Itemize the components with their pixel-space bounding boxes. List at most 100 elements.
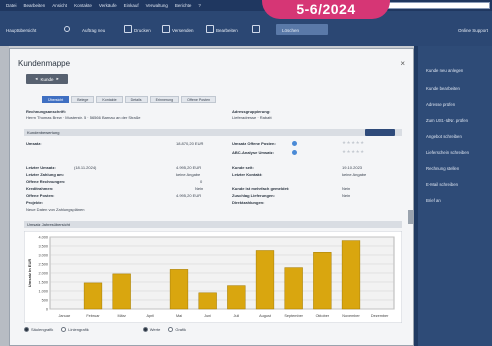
action-item[interactable]: E-Mail schreiben xyxy=(426,182,458,187)
toolbar-home[interactable]: Hauptübersicht xyxy=(6,28,36,33)
field-value: 4.995,20 EUR xyxy=(176,193,202,198)
field-value: Nein xyxy=(342,193,351,198)
y-tick-label: 500 xyxy=(42,298,48,302)
info-icon[interactable] xyxy=(292,150,297,155)
chart-options: Säulengrafik Liniengrafik Werte Grafik xyxy=(24,327,186,332)
online-support-link[interactable]: Online Support xyxy=(458,28,488,33)
x-tick-label: Mai xyxy=(176,314,182,318)
tab-open-items[interactable]: Offene Posten xyxy=(181,96,217,103)
field-label: Direktzahlungen: xyxy=(232,200,265,205)
field-label: Projekte: xyxy=(26,200,44,205)
field-value: keine Angabe xyxy=(176,172,201,177)
y-tick-label: 3.500 xyxy=(38,244,48,248)
menu-item[interactable]: Einkauf xyxy=(124,3,139,8)
field-label: Letzter Umsatz: xyxy=(26,165,56,170)
bar xyxy=(341,240,361,310)
chevron-right-icon[interactable]: ▸ xyxy=(57,76,59,82)
tab-contacts[interactable]: Kontakte xyxy=(96,96,123,103)
action-item[interactable]: Lieferschein schreiben xyxy=(426,150,469,155)
y-tick-label: 2.000 xyxy=(38,271,48,275)
y-tick-label: 3.000 xyxy=(38,253,48,257)
field-date: (18.11.2024) xyxy=(74,165,97,170)
y-tick-label: 2.500 xyxy=(38,262,48,266)
tab-documents[interactable]: Belege xyxy=(71,96,95,103)
dialog-title: Kundenmappe xyxy=(18,59,71,68)
x-tick-label: Februar xyxy=(86,314,100,318)
send-icon[interactable] xyxy=(162,25,170,33)
tab-overview[interactable]: Übersicht xyxy=(42,96,70,103)
toolbar-delete[interactable]: Löschen xyxy=(282,28,299,33)
field-value: 19.10.2023 xyxy=(342,165,363,170)
customer-nav-button[interactable]: ◂ Kunde ▸ xyxy=(26,74,68,84)
customer-dialog: Kundenmappe × ◂ Kunde ▸ Übersicht Belege… xyxy=(9,48,414,346)
x-tick-label: August xyxy=(259,314,272,318)
toolbar-print[interactable]: Drucken xyxy=(134,28,151,33)
bar xyxy=(83,282,103,310)
menu-item[interactable]: Berichte xyxy=(175,3,192,8)
radio-line-chart[interactable]: Liniengrafik xyxy=(61,327,89,332)
field-value: 18.870,20 EUR xyxy=(176,141,204,146)
field-value: Nein xyxy=(195,186,204,191)
rating-dropdown[interactable] xyxy=(365,129,395,136)
left-strip xyxy=(0,46,9,346)
menu-item[interactable]: Kontakte xyxy=(74,3,92,8)
x-tick-label: März xyxy=(117,314,126,318)
field-label: Offene Posten: xyxy=(26,193,55,198)
delivery-value: Lieferadresse · Rabatt xyxy=(232,115,272,120)
toolbar: Hauptübersicht Auftrag neu Drucken Verse… xyxy=(0,11,492,46)
y-tick-label: 1.500 xyxy=(38,280,48,284)
field-label: ABC-Analyse Umsatz: xyxy=(232,150,275,155)
field-value: keine Angabe xyxy=(342,172,367,177)
y-tick-label: 0 xyxy=(46,307,48,311)
menu-item[interactable]: Datei xyxy=(6,3,17,8)
info-icon[interactable] xyxy=(292,141,297,146)
menu-item[interactable]: ? xyxy=(198,3,201,8)
field-label: Umsatz: xyxy=(26,141,42,146)
gear-icon[interactable] xyxy=(64,26,70,32)
print-icon[interactable] xyxy=(124,25,132,33)
action-item[interactable]: Kunde neu anlegen xyxy=(426,68,463,73)
section-revenue: Umsatz Jahresübersicht xyxy=(24,221,402,228)
menu-item[interactable]: Bearbeiten xyxy=(24,3,46,8)
radio-values[interactable]: Werte xyxy=(142,327,160,332)
bar xyxy=(255,250,275,310)
field-label: Kunde ist mehrfach gemeldet: xyxy=(232,186,290,191)
bar xyxy=(198,292,217,310)
menu-item[interactable]: Verwaltung xyxy=(146,3,168,8)
close-icon[interactable]: × xyxy=(400,59,405,68)
action-item[interactable]: Adresse prüfen xyxy=(426,102,455,107)
x-tick-label: Juni xyxy=(204,314,211,318)
x-tick-label: Oktober xyxy=(316,314,330,318)
menu-item[interactable]: Verkäufe xyxy=(99,3,117,8)
toolbar-edit[interactable]: Bearbeiten xyxy=(216,28,238,33)
field-label: Kreditrahmen: xyxy=(26,186,54,191)
tab-reminder[interactable]: Erinnerung xyxy=(149,96,180,103)
toolbar-send[interactable]: Versenden xyxy=(172,28,194,33)
field-note: Neue Daten von Zahlungsplänen xyxy=(26,207,85,212)
action-item[interactable]: Brief an xyxy=(426,198,441,203)
bar xyxy=(112,273,131,310)
x-tick-label: Dezember xyxy=(371,314,389,318)
search-input[interactable] xyxy=(378,2,490,9)
field-label: Umsatz Offene Posten: xyxy=(232,141,276,146)
delete-icon[interactable] xyxy=(252,25,260,33)
radio-bar-chart[interactable]: Säulengrafik xyxy=(24,327,53,332)
field-value: 4.995,20 EUR xyxy=(176,165,202,170)
action-item[interactable]: Kunde bearbeiten xyxy=(426,86,460,91)
action-item[interactable]: Angebot schreiben xyxy=(426,134,462,139)
radio-graphic[interactable]: Grafik xyxy=(168,327,186,332)
toolbar-new-order[interactable]: Auftrag neu xyxy=(82,28,105,33)
action-item[interactable]: Zum USt.-IdNr. prüfen xyxy=(426,118,468,123)
action-item[interactable]: Rechnung stellen xyxy=(426,166,459,171)
address-value: Herrn Thomas Brew · Musterstr. 5 · 56566… xyxy=(26,115,141,120)
y-tick-label: 4.000 xyxy=(38,235,48,239)
tab-details[interactable]: Details xyxy=(124,96,148,103)
section-rating: Kundenbewertung xyxy=(24,129,402,136)
menu-item[interactable]: Ansicht xyxy=(52,3,67,8)
chevron-left-icon[interactable]: ◂ xyxy=(35,76,37,82)
field-value: Nein xyxy=(342,186,351,191)
field-label: Letzter Kontakt: xyxy=(232,172,263,177)
edit-icon[interactable] xyxy=(206,25,214,33)
field-label: Offene Rechnungen: xyxy=(26,179,66,184)
x-tick-label: September xyxy=(284,314,303,318)
